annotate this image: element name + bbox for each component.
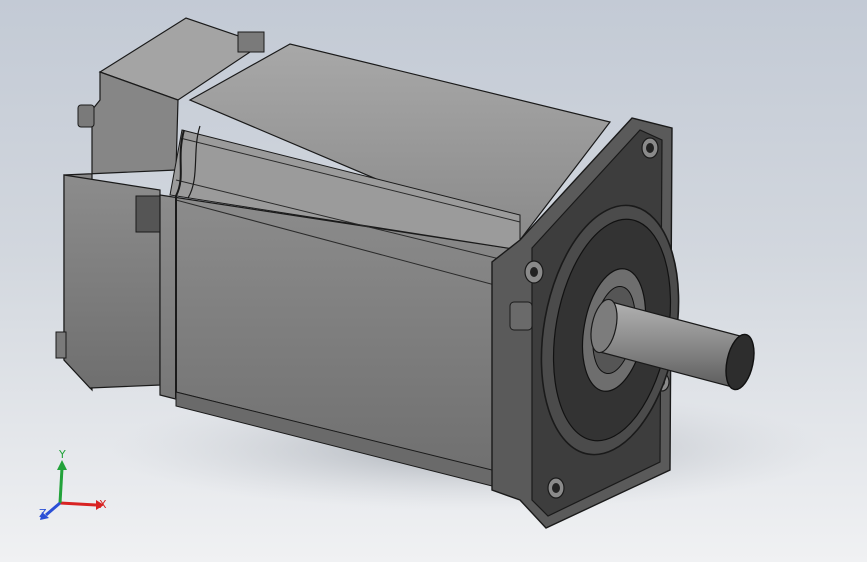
motor-model[interactable]: X Y Z — [0, 0, 867, 562]
flange-bolt-hole-top-right — [641, 137, 659, 159]
triad-y-arrow-icon — [57, 460, 67, 470]
triad-y-axis — [58, 467, 64, 504]
triad-z-label: Z — [39, 507, 47, 520]
flange-bolt-hole-top-left — [524, 260, 544, 284]
graphics-viewport[interactable]: X Y Z — [0, 0, 867, 562]
triad-x-label: X — [99, 498, 107, 511]
flange-bolt-hole-bottom-left — [547, 477, 565, 499]
view-triad[interactable]: X Y Z — [39, 448, 107, 520]
triad-x-axis — [59, 501, 97, 507]
triad-y-label: Y — [58, 448, 66, 461]
triad-z-axis — [45, 501, 61, 517]
